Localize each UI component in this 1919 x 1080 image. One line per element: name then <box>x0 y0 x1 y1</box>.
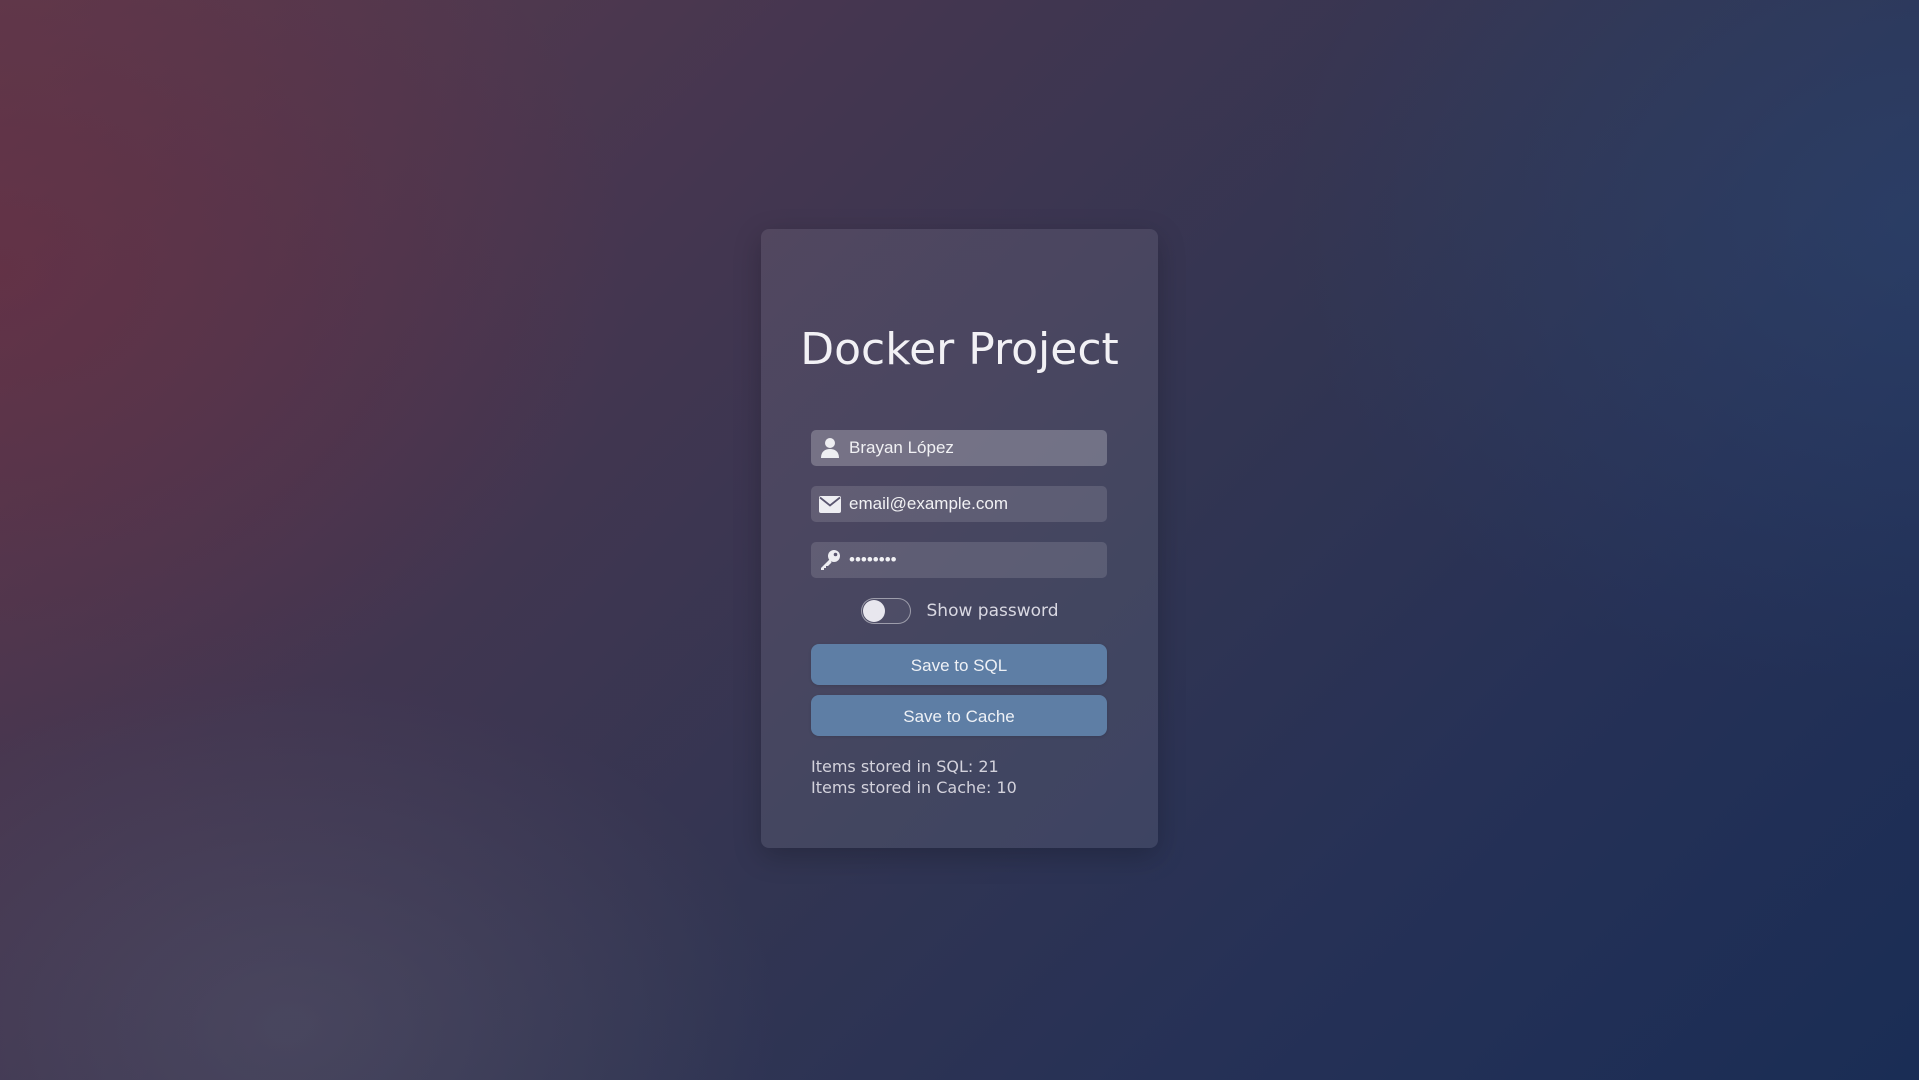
email-field[interactable] <box>811 486 1107 522</box>
password-input[interactable] <box>849 542 1099 578</box>
storage-stats: Items stored in SQL: 21 Items stored in … <box>811 756 1017 798</box>
toggle-knob <box>862 600 885 622</box>
key-icon <box>818 548 842 572</box>
show-password-row: Show password <box>761 597 1158 625</box>
name-field[interactable] <box>811 430 1107 466</box>
show-password-label: Show password <box>926 601 1059 621</box>
user-icon <box>818 436 842 460</box>
show-password-toggle[interactable] <box>860 598 911 624</box>
page-title: Docker Project <box>800 324 1119 375</box>
save-to-sql-button[interactable]: Save to SQL <box>811 644 1107 685</box>
form-card: Docker Project Brayan López email@exampl… <box>761 229 1158 848</box>
envelope-icon <box>818 492 842 516</box>
name-input[interactable] <box>849 430 1099 466</box>
cache-count-text: Items stored in Cache: 10 <box>811 778 1017 797</box>
sql-count-text: Items stored in SQL: 21 <box>811 757 999 776</box>
save-to-cache-button[interactable]: Save to Cache <box>811 695 1107 736</box>
email-input[interactable] <box>849 486 1099 522</box>
password-field[interactable] <box>811 542 1107 578</box>
